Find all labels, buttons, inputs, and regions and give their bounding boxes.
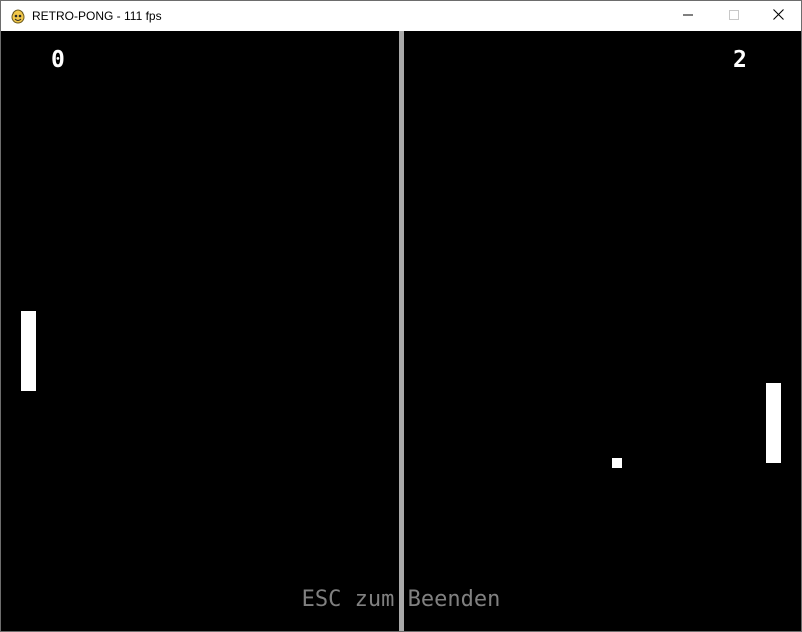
score-left: 0 <box>51 47 65 73</box>
minimize-button[interactable] <box>665 1 711 31</box>
close-icon <box>772 7 784 25</box>
pygame-snake-icon <box>10 8 26 24</box>
close-button[interactable] <box>755 1 801 31</box>
right-paddle <box>766 383 781 463</box>
game-window: RETRO-PONG - 111 fps 0 2 ESC zum Beenden <box>0 0 802 632</box>
ball <box>612 458 622 468</box>
center-net <box>399 31 404 631</box>
window-title: RETRO-PONG - 111 fps <box>32 9 162 23</box>
title-bar[interactable]: RETRO-PONG - 111 fps <box>1 1 801 31</box>
minimize-icon <box>683 7 693 25</box>
maximize-icon <box>729 7 739 25</box>
score-right: 2 <box>733 47 747 73</box>
game-canvas[interactable]: 0 2 ESC zum Beenden <box>1 31 801 631</box>
maximize-button[interactable] <box>711 1 757 31</box>
left-paddle <box>21 311 36 391</box>
exit-hint: ESC zum Beenden <box>301 587 501 612</box>
